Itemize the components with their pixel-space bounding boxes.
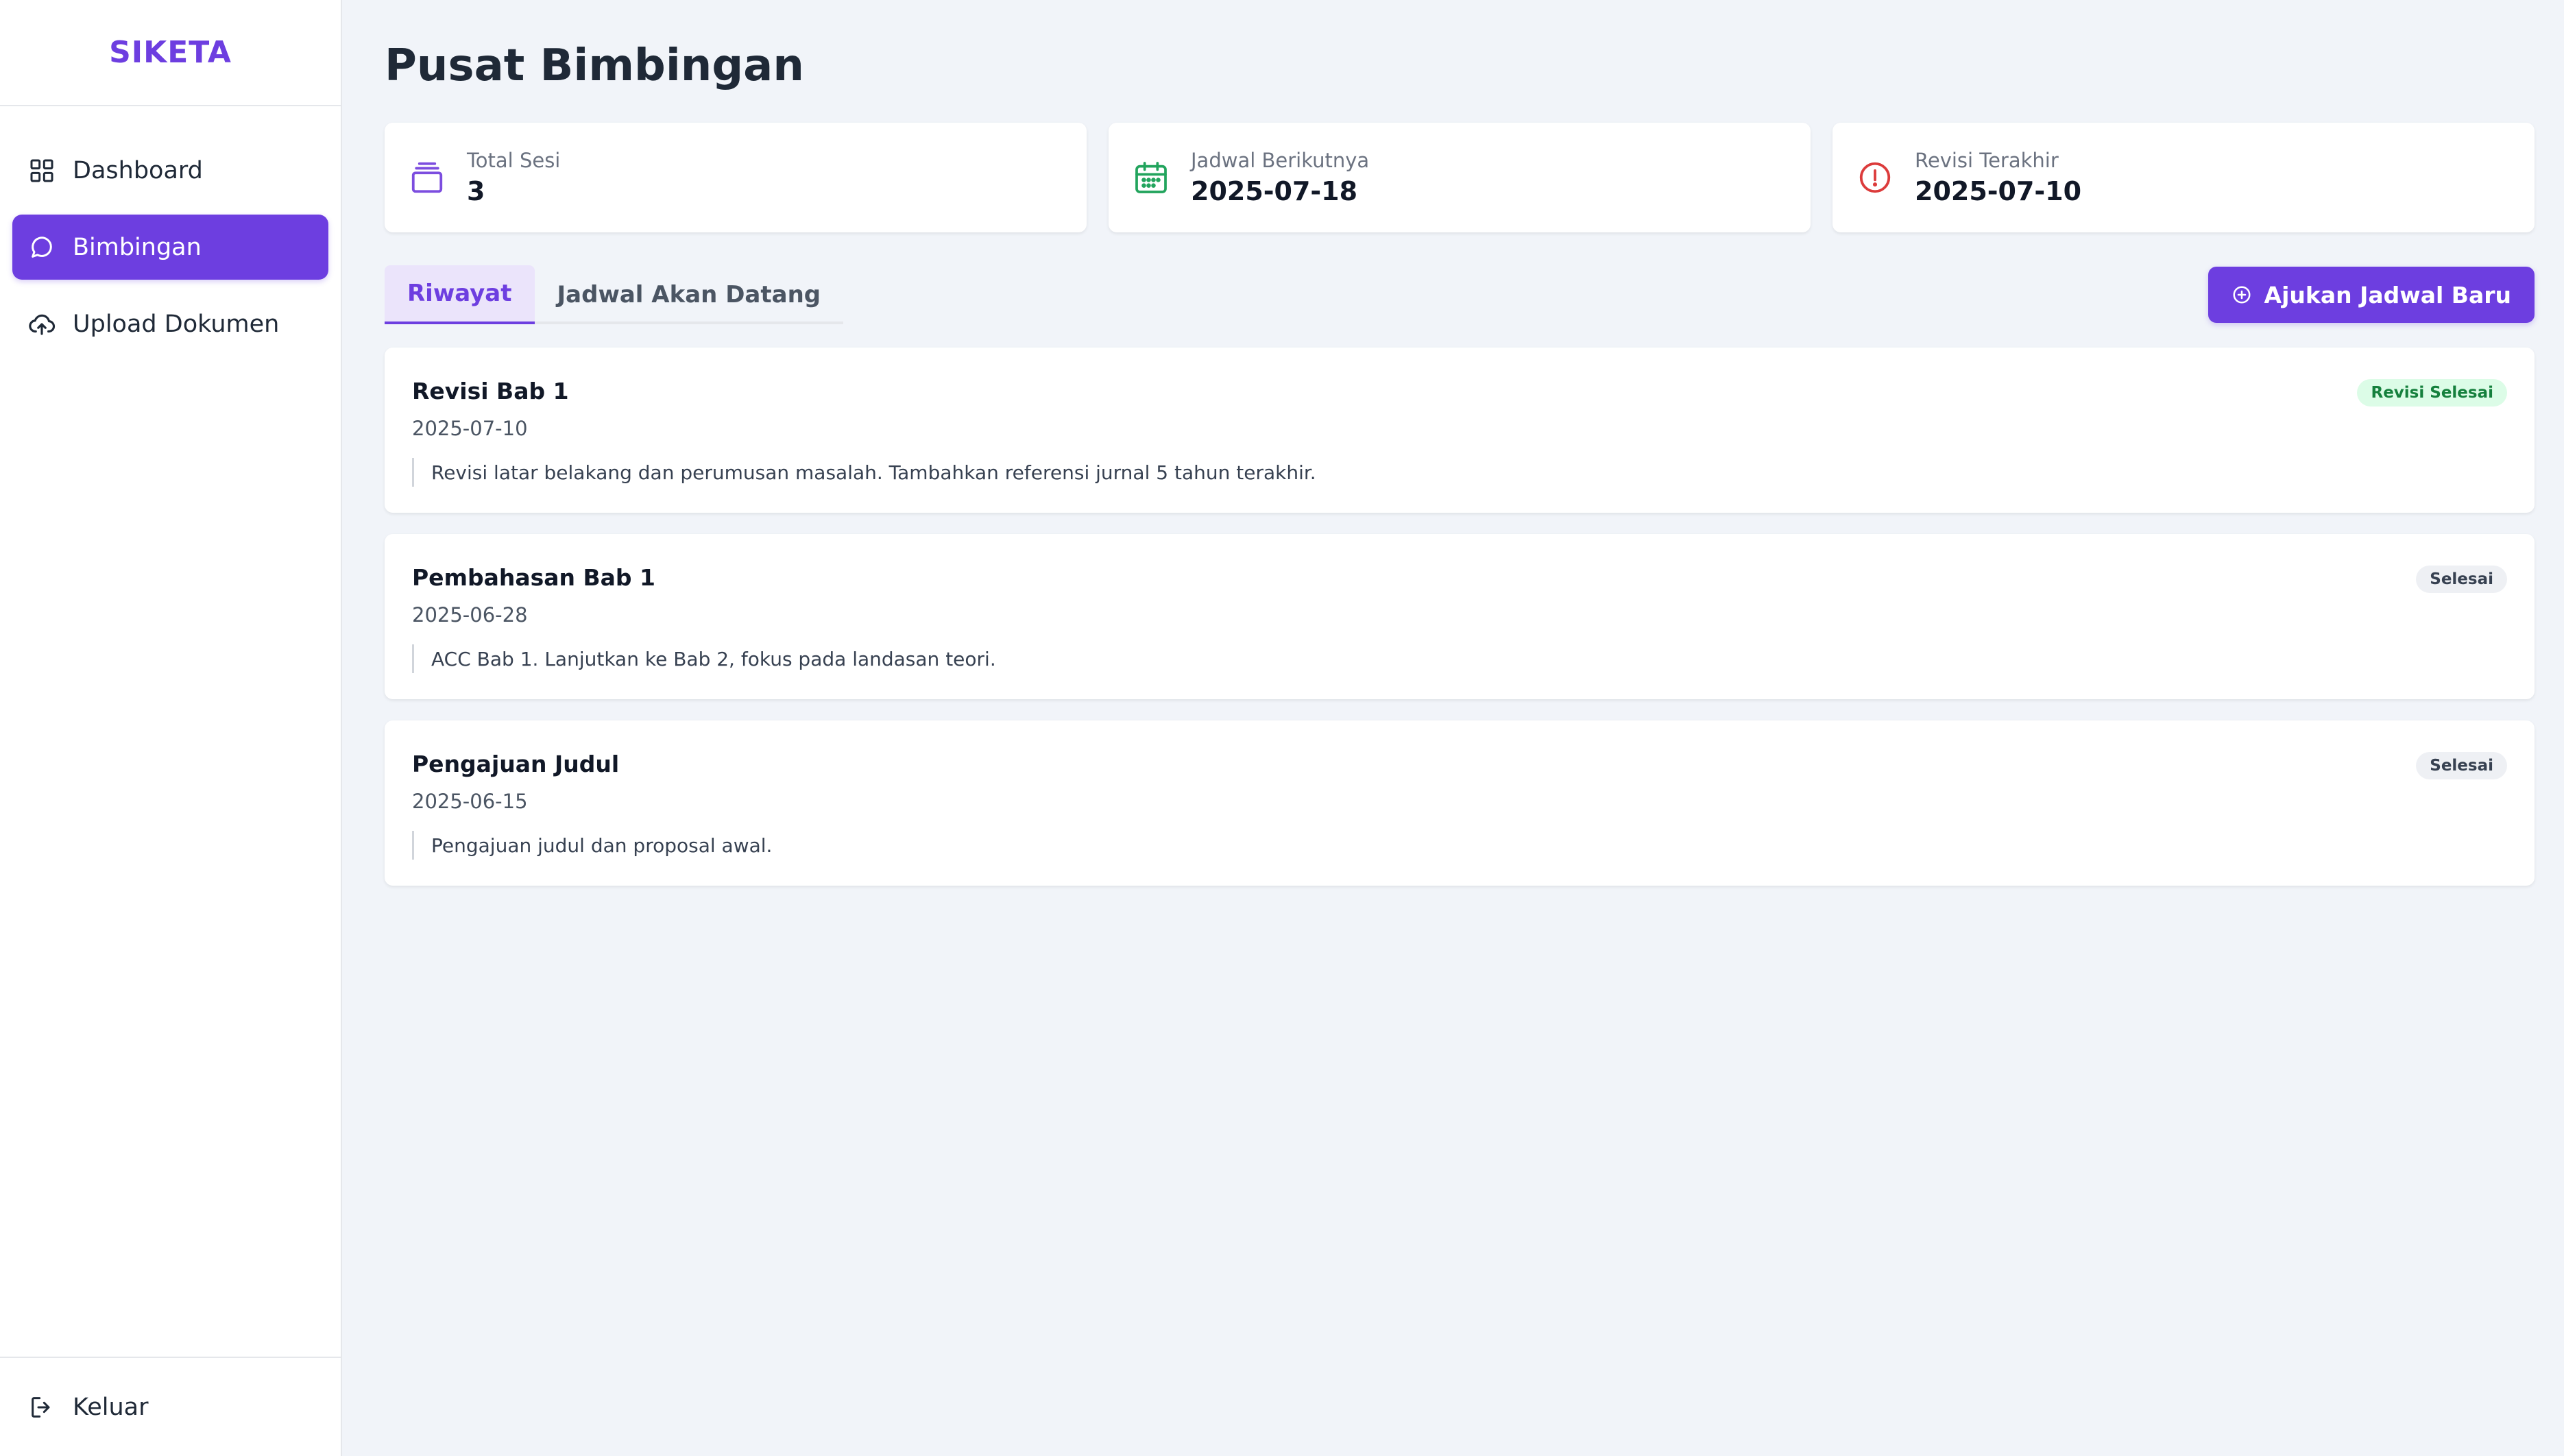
session-title: Pembahasan Bab 1 (412, 564, 655, 591)
session-date: 2025-07-10 (412, 417, 528, 440)
stats-row: Total Sesi 3 Jadwal Berikutnya 2025-07-1… (385, 123, 2535, 232)
new-schedule-label: Ajukan Jadwal Baru (2264, 281, 2511, 308)
logout-button[interactable]: Keluar (12, 1374, 328, 1440)
status-badge: Selesai (2416, 752, 2507, 779)
sidebar-item-bimbingan[interactable]: Bimbingan (12, 215, 328, 280)
sidebar-item-label: Dashboard (73, 156, 203, 184)
stat-value: 2025-07-18 (1191, 176, 1358, 206)
stat-label: Revisi Terakhir (1915, 149, 2059, 172)
session-card[interactable]: Pembahasan Bab 1 2025-06-28 ACC Bab 1. L… (385, 534, 2535, 699)
page-title: Pusat Bimbingan (385, 40, 804, 91)
brand-logo[interactable]: SIKETA (0, 0, 341, 106)
stat-card-revisi-terakhir: Revisi Terakhir 2025-07-10 (1833, 123, 2535, 232)
session-date: 2025-06-15 (412, 790, 528, 813)
stat-value: 3 (467, 176, 485, 206)
chat-icon (27, 233, 56, 262)
sidebar-nav: Dashboard Bimbingan Upload Dokumen (0, 106, 341, 356)
new-schedule-button[interactable]: Ajukan Jadwal Baru (2208, 267, 2535, 323)
stat-value: 2025-07-10 (1915, 176, 2082, 206)
session-card[interactable]: Pengajuan Judul 2025-06-15 Pengajuan jud… (385, 720, 2535, 886)
sidebar-item-label: Upload Dokumen (73, 310, 280, 338)
alert-circle-icon (1856, 158, 1894, 197)
logout-icon (27, 1393, 56, 1422)
sidebar-item-label: Bimbingan (73, 233, 202, 261)
sidebar: SIKETA Dashboard Bimbingan Upload Dokume… (0, 0, 342, 1456)
stat-card-total-sesi: Total Sesi 3 (385, 123, 1087, 232)
plus-circle-icon (2232, 284, 2252, 305)
sidebar-footer: Keluar (0, 1357, 341, 1456)
session-title: Revisi Bab 1 (412, 378, 569, 404)
session-date: 2025-06-28 (412, 603, 528, 627)
stat-label: Jadwal Berikutnya (1191, 149, 1370, 172)
layers-icon (408, 158, 446, 197)
session-note: Pengajuan judul dan proposal awal. (412, 831, 2507, 860)
session-note: ACC Bab 1. Lanjutkan ke Bab 2, fokus pad… (412, 644, 2507, 673)
app-root: SIKETA Dashboard Bimbingan Upload Dokume… (0, 0, 2564, 1456)
grid-icon (27, 156, 56, 185)
tab-riwayat[interactable]: Riwayat (385, 265, 535, 324)
logout-label: Keluar (73, 1393, 149, 1421)
session-list: Revisi Bab 1 2025-07-10 Revisi latar bel… (385, 348, 2535, 886)
status-badge: Revisi Selesai (2357, 379, 2507, 407)
session-card[interactable]: Revisi Bab 1 2025-07-10 Revisi latar bel… (385, 348, 2535, 513)
calendar-icon (1132, 158, 1170, 197)
session-title: Pengajuan Judul (412, 751, 620, 777)
sidebar-item-upload-dokumen[interactable]: Upload Dokumen (12, 291, 328, 356)
session-note: Revisi latar belakang dan perumusan masa… (412, 458, 2507, 487)
tabs-toolbar: Riwayat Jadwal Akan Datang Ajukan Jadwal… (385, 265, 2535, 324)
tab-jadwal-akan-datang[interactable]: Jadwal Akan Datang (535, 265, 844, 324)
main-content: Pusat Bimbingan Total Sesi 3 Jadwal Beri… (342, 0, 2564, 1456)
stat-card-jadwal-berikutnya: Jadwal Berikutnya 2025-07-18 (1109, 123, 1811, 232)
cloud-upload-icon (27, 310, 56, 339)
stat-label: Total Sesi (467, 149, 561, 172)
sidebar-item-dashboard[interactable]: Dashboard (12, 138, 328, 203)
status-badge: Selesai (2416, 566, 2507, 593)
tab-list: Riwayat Jadwal Akan Datang (385, 265, 844, 324)
